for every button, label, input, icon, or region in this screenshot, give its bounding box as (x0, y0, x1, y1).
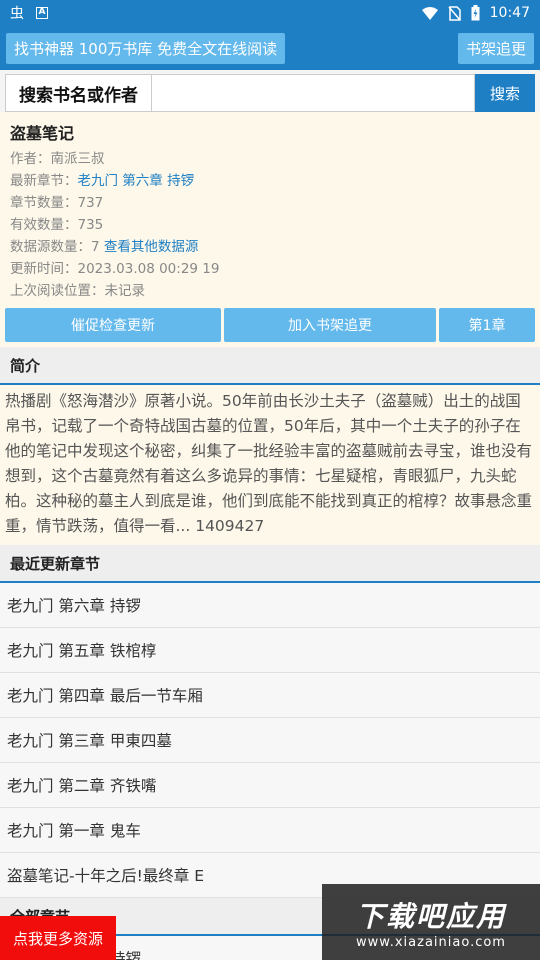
a-badge-icon: A (36, 7, 48, 19)
clock-time: 10:47 (489, 5, 530, 21)
chapter-item[interactable]: 老九门 第一章 鬼车 (0, 808, 540, 853)
latest-chapter-link[interactable]: 老九门 第六章 持锣 (78, 173, 195, 189)
first-chapter-button[interactable]: 第1章 (439, 308, 535, 342)
chapter-item[interactable]: 老九门 第二章 齐铁嘴 (0, 763, 540, 808)
battery-icon (471, 5, 480, 21)
book-author: 作者：南派三叔 (10, 151, 105, 167)
chapter-item[interactable]: 老九门 第六章 持锣 (0, 583, 540, 628)
latest-chapter-label: 最新章节： (10, 173, 78, 189)
status-bar: 虫 A 10:47 (0, 0, 540, 26)
intro-text: 热播剧《怒海潜沙》原著小说。50年前由长沙土夫子（盗墓贼）出土的战国帛书，记载了… (0, 385, 540, 545)
recent-chapter-list: 老九门 第六章 持锣 老九门 第五章 铁棺椁 老九门 第四章 最后一节车厢 老九… (0, 583, 540, 898)
last-read-position: 上次阅读位置：未记录 (10, 283, 145, 299)
book-info-panel: 盗墓笔记 作者：南派三叔 最新章节：老九门 第六章 持锣 章节数量：737 有效… (0, 112, 540, 304)
valid-count: 有效数量：735 (10, 217, 104, 233)
app-notification-icon: 虫 (10, 6, 24, 22)
find-books-button[interactable]: 找书神器 100万书库 免费全文在线阅读 (6, 32, 286, 64)
no-sim-icon (448, 5, 461, 21)
other-sources-link[interactable]: 查看其他数据源 (104, 239, 199, 255)
update-time: 更新时间：2023.03.08 00:29 19 (10, 261, 220, 277)
site-watermark: 下载吧应用 www.xiazainiao.com (322, 884, 540, 960)
watermark-url: www.xiazainiao.com (356, 934, 506, 950)
search-row: 搜索书名或作者 搜索 (5, 74, 535, 112)
source-count: 数据源数量：7 (10, 239, 100, 255)
source-count-line: 数据源数量：7 查看其他数据源 (10, 236, 530, 258)
top-bar: 找书神器 100万书库 免费全文在线阅读 书架追更 (0, 26, 540, 70)
chapter-item[interactable]: 老九门 第五章 铁棺椁 (0, 628, 540, 673)
chapter-item[interactable]: 老九门 第三章 甲東四墓 (0, 718, 540, 763)
bookshelf-button[interactable]: 书架追更 (457, 32, 534, 64)
search-input[interactable] (152, 74, 475, 112)
recent-chapters-header: 最近更新章节 (0, 545, 540, 583)
book-title: 盗墓笔记 (10, 124, 75, 143)
chapter-count: 章节数量：737 (10, 195, 104, 211)
urge-update-button[interactable]: 催促检查更新 (5, 308, 221, 342)
add-to-shelf-button[interactable]: 加入书架追更 (224, 308, 436, 342)
latest-chapter-line: 最新章节：老九门 第六章 持锣 (10, 170, 530, 192)
wifi-icon (421, 6, 438, 20)
watermark-logo-text: 下载吧应用 (355, 899, 506, 933)
action-row: 催促检查更新 加入书架追更 第1章 (0, 304, 540, 347)
search-button[interactable]: 搜索 (475, 74, 535, 112)
more-resources-button[interactable]: 点我更多资源 (0, 916, 116, 960)
chapter-item[interactable]: 老九门 第四章 最后一节车厢 (0, 673, 540, 718)
search-label: 搜索书名或作者 (5, 74, 152, 112)
intro-header: 简介 (0, 347, 540, 385)
